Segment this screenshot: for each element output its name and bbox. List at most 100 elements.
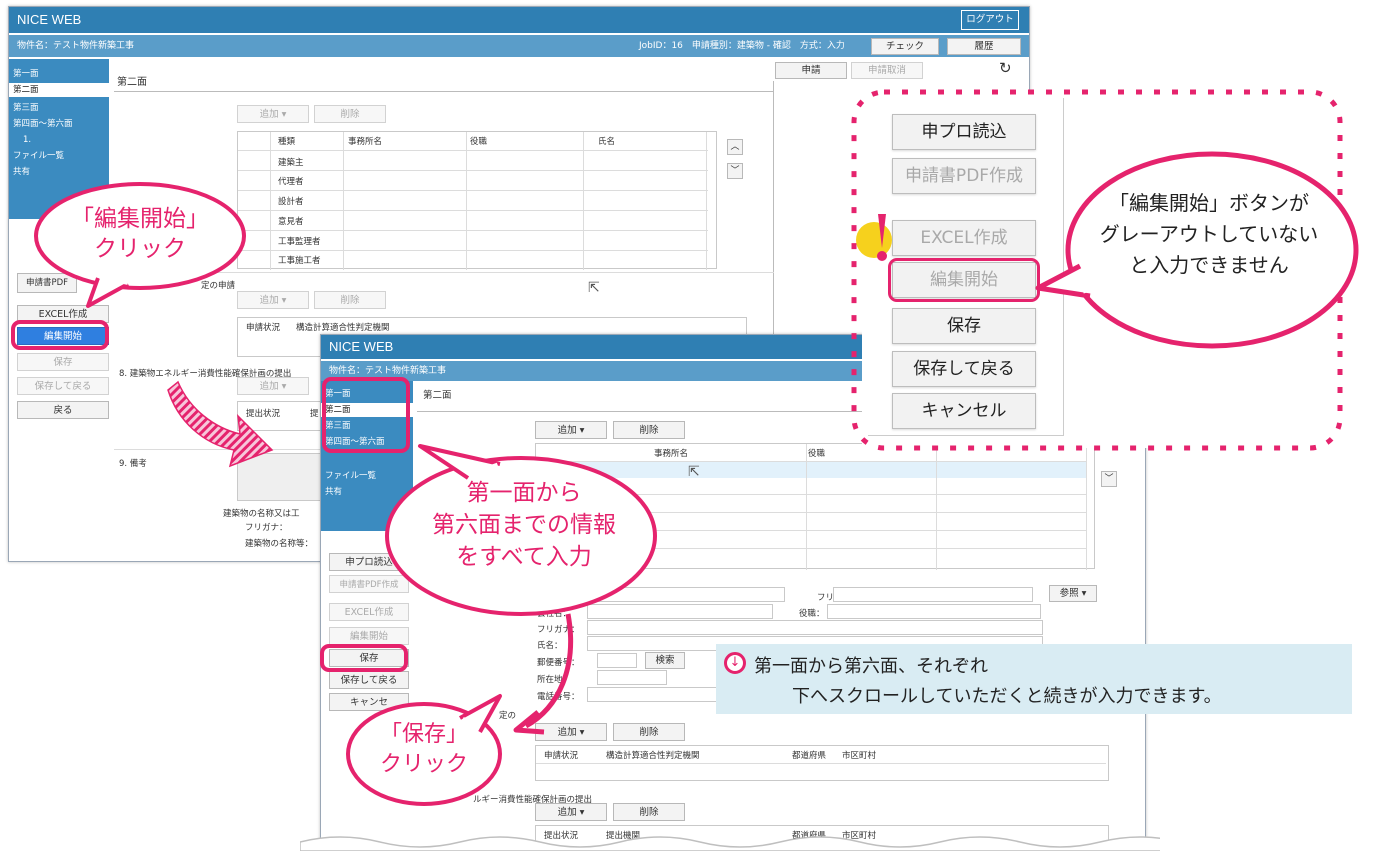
sidebar-item-page4-6[interactable]: 第四面～第六面 [9,117,109,131]
col-name: 氏名 [598,137,616,147]
scroll-note-line1: 第一面から第六面、それぞれ [754,656,988,677]
col-role: 役職 [470,137,488,147]
phone-input[interactable] [587,687,717,702]
zoom-pdf-button[interactable]: 申請書PDF作成 [892,158,1036,194]
role-label: 役職： [799,609,825,619]
apply-button[interactable]: 申請 [775,62,847,79]
add-button[interactable]: 追加 ▾ [237,105,309,123]
highlight-zoom-edit-start [888,258,1040,302]
front-delete-button-3[interactable]: 削除 [613,803,685,821]
col-type: 種類 [278,137,296,147]
col-line [466,132,467,270]
row-line [238,230,708,231]
row-line [238,250,708,251]
col-agency: 構造計算適合性判定機関 [296,323,390,333]
col-line [806,444,807,570]
zoom-cancel-button[interactable]: キャンセル [892,393,1036,429]
scroll-down-button[interactable]: ﹀ [727,163,743,179]
job-info: JobID：16 申請種別：建築物 - 確認 方式：入力 [639,41,845,51]
building-name2-label: 建築物の名称等： [245,539,314,549]
prefecture-select[interactable] [597,670,667,685]
col-line [936,444,937,570]
zoom-save-button[interactable]: 保存 [892,308,1036,344]
project-name: 物件名：テスト物件新築工事 [17,41,135,51]
table-row[interactable]: 工事施工者 [278,254,321,266]
refresh-icon[interactable]: ↻ [999,59,1012,77]
postal-input[interactable] [597,653,637,668]
table-row[interactable]: 建築主 [278,156,304,168]
front-delete-button-2[interactable]: 削除 [613,723,685,741]
reference-button[interactable]: 参照 ▾ [1049,585,1097,602]
row-line [238,210,708,211]
scrollbar-track[interactable] [706,132,707,270]
front-page-heading: 第二面 [423,390,452,401]
torn-edge [300,836,1160,851]
scroll-note: ↓ 第一面から第六面、それぞれ 下へスクロールしていただくと続きが入力できます。 [716,644,1352,714]
sidebar-item-page3[interactable]: 第三面 [9,101,109,115]
cursor-icon: ⇱ [588,280,600,296]
grayout-note-text: 「編集開始」ボタンが グレーアウトしていない と入力できません [1099,191,1319,277]
front-app-title: NICE WEB [329,339,394,354]
input-all-text: 第一面から 第六面までの情報 をすべて入力 [432,480,616,570]
sidebar-item-files[interactable]: ファイル一覧 [9,149,109,163]
role-select[interactable] [827,604,1041,619]
row-line [238,170,708,171]
section-9-title: 9. 備考 [119,459,147,469]
down-arrow-circle-icon: ↓ [724,652,746,674]
edit-start-button[interactable]: 編集開始 [329,627,409,645]
delete-button[interactable]: 削除 [314,105,386,123]
furigana1-input[interactable] [833,587,1033,602]
building-name-label: 建築物の名称又は工 [223,509,300,519]
back-button[interactable]: 戻る [17,401,109,419]
save-return-button[interactable]: 保存して戻る [17,377,109,395]
cancel-apply-button[interactable]: 申請取消 [851,62,923,79]
front-add-button-3[interactable]: 追加 ▾ [535,803,607,821]
scroll-up-button[interactable]: ︿ [727,139,743,155]
table-row[interactable]: 代理者 [278,175,304,187]
sidebar-item-share[interactable]: 共有 [9,165,109,179]
front-project-name: 物件名：テスト物件新築工事 [329,366,447,376]
zoom-load-button[interactable]: 申プロ読込 [892,114,1036,150]
col-role: 役職 [808,449,826,459]
save-return-button[interactable]: 保存して戻る [329,671,409,689]
col-line [343,132,344,270]
cursor-icon: ⇱ [688,464,700,480]
warning-icon [856,214,892,261]
highlight-edit-start [11,320,109,350]
col-line [270,132,271,270]
front-add-button[interactable]: 追加 ▾ [535,421,607,439]
col-agency: 構造計算適合性判定機関 [606,751,700,761]
logout-button[interactable]: ログアウト [961,10,1019,30]
col-line [583,132,584,270]
zoom-excel-button[interactable]: EXCEL作成 [892,220,1036,256]
sidebar-item-page2[interactable]: 第二面 [9,83,109,97]
furigana-label: フリガナ： [245,523,288,533]
search-button[interactable]: 検索 [645,652,685,669]
table-row[interactable]: 工事監理者 [278,235,321,247]
table-row[interactable]: 意見者 [278,215,304,227]
save-callout-text: 「保存」 クリック [379,722,468,777]
app-title: NICE WEB [17,12,82,27]
scrollbar-track[interactable] [1086,444,1087,570]
down-right-arrow [167,380,274,468]
save-button[interactable]: 保存 [17,353,109,371]
highlight-save [320,644,408,672]
front-delete-button[interactable]: 削除 [613,421,685,439]
parties-table: 種類 事務所名 役職 氏名 建築主 代理者 設計者 意見者 工事監理者 工事施工… [237,131,717,270]
row-line [238,150,708,151]
app-title-bar: NICE WEB [9,7,1029,33]
heading-divider [114,91,774,92]
sidebar-item-sub1[interactable]: 1. [9,133,109,147]
table-row[interactable]: 設計者 [278,195,304,207]
col-status: 申請状況 [544,751,579,761]
zoom-save-return-button[interactable]: 保存して戻る [892,351,1036,387]
curved-arrow [513,613,574,735]
sidebar-item-page1[interactable]: 第一面 [9,67,109,81]
history-button[interactable]: 履歴 [947,38,1021,55]
col-prefecture: 都道府県 [792,751,827,761]
delete-button-2[interactable]: 削除 [314,291,386,309]
front-scroll-down-button[interactable]: ﹀ [1101,471,1117,487]
col-city: 市区町村 [842,751,877,761]
edit-start-callout-text: 「編集開始」 クリック [71,206,209,262]
check-button[interactable]: チェック [871,38,939,55]
